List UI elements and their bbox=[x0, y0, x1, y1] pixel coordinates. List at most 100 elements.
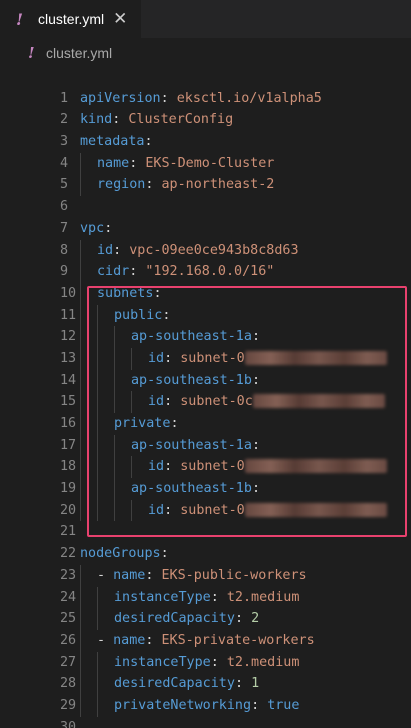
indent-guide bbox=[97, 391, 98, 413]
indent-guide bbox=[80, 629, 81, 652]
indent-guide bbox=[114, 391, 115, 413]
yaml-key: name bbox=[113, 632, 146, 648]
yaml-key: name bbox=[113, 567, 146, 583]
yaml-value: subnet-0 bbox=[180, 350, 245, 366]
yaml-value: t2.medium bbox=[226, 589, 300, 605]
code-line: 10 cidr: "192.168.0.0/16" bbox=[0, 261, 411, 301]
yaml-key: name bbox=[97, 155, 130, 171]
code-line: 22 bbox=[0, 521, 411, 561]
indent-guide bbox=[114, 326, 115, 348]
yaml-key: desiredCapacity bbox=[114, 676, 235, 692]
yaml-key: id bbox=[148, 394, 165, 410]
indent-guide bbox=[114, 369, 115, 392]
code-line: 26 desiredCapacity: 2 bbox=[0, 608, 411, 648]
indent-guide bbox=[80, 499, 81, 522]
indent-guide bbox=[114, 434, 115, 457]
yaml-key: subnets bbox=[97, 285, 154, 301]
code-line: 18 ap-southeast-1a: bbox=[0, 434, 411, 474]
code-line: 8 vpc: bbox=[0, 218, 411, 258]
yaml-key: apiVersion bbox=[80, 90, 161, 106]
yaml-value: EKS-private-workers bbox=[161, 632, 315, 648]
code-line: 9 id: vpc-09ee0ce943b8c8d63 bbox=[0, 239, 411, 279]
yaml-list-dash: - bbox=[97, 632, 106, 648]
yaml-key: instanceType bbox=[114, 589, 211, 605]
indent-guide bbox=[131, 499, 132, 522]
code-line: 15 ap-southeast-1b: bbox=[0, 369, 411, 409]
indent-guide bbox=[80, 239, 81, 262]
redacted-block bbox=[252, 394, 385, 409]
indent-guide bbox=[97, 608, 98, 630]
yaml-list-dash: - bbox=[97, 567, 106, 583]
yaml-key: ap-southeast-1a bbox=[131, 437, 252, 453]
code-line: 25 instanceType: t2.medium bbox=[0, 586, 411, 626]
indent-guide bbox=[97, 651, 98, 674]
indent-guide bbox=[114, 499, 115, 522]
yaml-value: true bbox=[267, 697, 300, 713]
yaml-key: id bbox=[148, 350, 165, 366]
redacted-block bbox=[244, 502, 387, 517]
indent-guide bbox=[97, 413, 98, 435]
yaml-key: ap-southeast-1a bbox=[131, 329, 252, 345]
indent-guide bbox=[131, 456, 132, 479]
redacted-block bbox=[244, 459, 387, 474]
code-line: 21 id: subnet-0 bbox=[0, 499, 411, 539]
indent-guide bbox=[80, 608, 81, 630]
yaml-value: EKS-Demo-Cluster bbox=[145, 155, 275, 171]
code-editor[interactable]: 1 2 apiVersion: eksctl.io/v1alpha5 3 kin… bbox=[0, 66, 411, 728]
tab-bar: ! cluster.yml ✕ bbox=[0, 0, 411, 38]
yaml-key: privateNetworking bbox=[114, 697, 252, 713]
yaml-key: metadata bbox=[80, 134, 145, 150]
indent-guide bbox=[97, 586, 98, 609]
code-line: 13 ap-southeast-1a: bbox=[0, 326, 411, 366]
yaml-value: subnet-0 bbox=[180, 459, 245, 475]
breadcrumb-file[interactable]: cluster.yml bbox=[46, 45, 112, 61]
code-line: 2 apiVersion: eksctl.io/v1alpha5 bbox=[0, 88, 411, 128]
indent-guide bbox=[80, 347, 81, 370]
indent-guide bbox=[97, 673, 98, 695]
yaml-key: id bbox=[97, 242, 114, 258]
code-line: 24 - name: EKS-public-workers bbox=[0, 564, 411, 605]
indent-guide bbox=[97, 499, 98, 522]
code-line: 11 subnets: bbox=[0, 282, 411, 323]
indent-guide bbox=[80, 391, 81, 413]
indent-guide bbox=[80, 304, 81, 327]
code-line: 14 id: subnet-0 bbox=[0, 347, 411, 388]
yaml-file-icon: ! bbox=[16, 9, 24, 29]
yaml-value: 2 bbox=[251, 611, 260, 627]
indent-guide bbox=[80, 434, 81, 457]
yaml-value: vpc-09ee0ce943b8c8d63 bbox=[129, 242, 299, 258]
yaml-key: nodeGroups bbox=[80, 546, 161, 562]
yaml-file-icon: ! bbox=[28, 44, 35, 62]
yaml-value: ClusterConfig bbox=[128, 112, 234, 128]
indent-guide bbox=[80, 651, 81, 674]
indent-guide bbox=[80, 586, 81, 609]
code-line: 27 - name: EKS-private-workers bbox=[0, 629, 411, 670]
indent-guide bbox=[80, 369, 81, 392]
indent-guide bbox=[131, 347, 132, 370]
code-line: 3 kind: ClusterConfig bbox=[0, 109, 411, 149]
indent-guide bbox=[97, 304, 98, 327]
redacted-block bbox=[244, 350, 387, 365]
indent-guide bbox=[80, 694, 81, 717]
indent-guide bbox=[80, 282, 81, 305]
code-line: 29 desiredCapacity: 1 bbox=[0, 673, 411, 713]
code-line: 6 region: ap-northeast-2 bbox=[0, 174, 411, 214]
tab-cluster-yml[interactable]: ! cluster.yml ✕ bbox=[0, 0, 141, 38]
indent-guide bbox=[80, 564, 81, 587]
yaml-value: subnet-0 bbox=[180, 502, 245, 518]
indent-guide bbox=[97, 434, 98, 457]
indent-guide bbox=[80, 152, 81, 175]
yaml-key: instanceType bbox=[114, 654, 211, 670]
code-line: 12 public: bbox=[0, 304, 411, 344]
yaml-value: "192.168.0.0/16" bbox=[145, 264, 275, 280]
indent-guide bbox=[97, 347, 98, 370]
indent-guide bbox=[114, 347, 115, 370]
indent-guide bbox=[97, 694, 98, 717]
close-icon[interactable]: ✕ bbox=[113, 9, 127, 29]
indent-guide bbox=[80, 456, 81, 479]
indent-guide bbox=[97, 478, 98, 500]
yaml-key: ap-southeast-1b bbox=[131, 481, 252, 497]
code-line: 30 privateNetworking: true bbox=[0, 694, 411, 728]
yaml-key: private bbox=[114, 416, 171, 431]
indent-guide bbox=[114, 456, 115, 479]
